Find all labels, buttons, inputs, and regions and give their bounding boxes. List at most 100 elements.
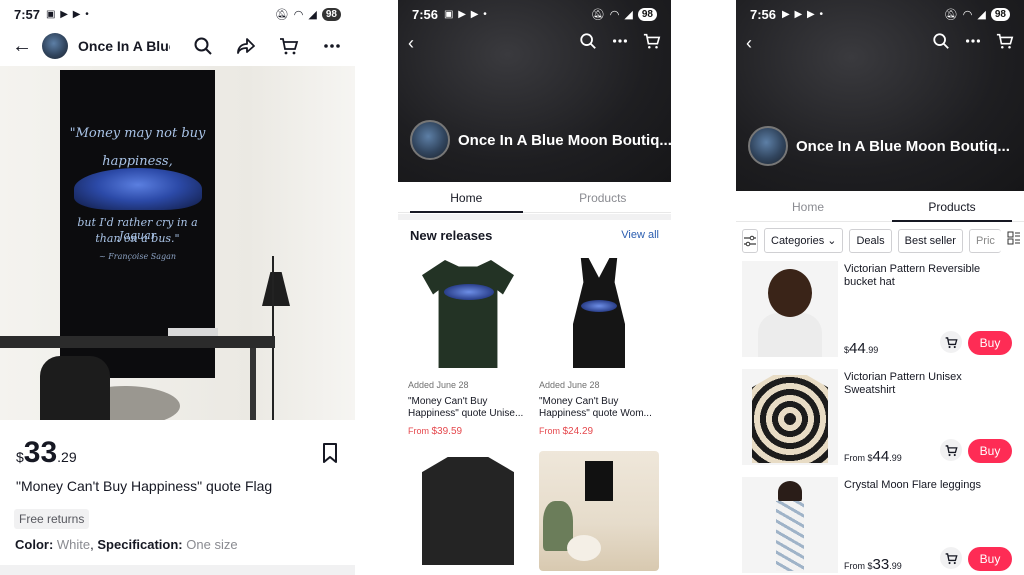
poster-graphic — [585, 461, 613, 501]
car-graphic — [74, 168, 202, 210]
price-cents: .29 — [57, 449, 77, 465]
buy-button[interactable]: Buy — [968, 439, 1012, 463]
shop-header: 7:56 ▣ ▶ ▶ • 🔕︎ ◠ ◢ 98 ‹ Once In A Blue … — [398, 0, 671, 182]
shop-products-screen: 7:56 ▶ ▶ ▶ • 🔕︎ ◠ ◢ 98 ‹ Once In A Blue … — [736, 0, 1024, 575]
shop-name[interactable]: Once In A Blue M — [78, 38, 170, 54]
battery-icon: 98 — [321, 7, 341, 21]
product-row[interactable]: Victorian Pattern Reversible bucket hat … — [742, 261, 1024, 357]
bookmark-icon[interactable] — [320, 442, 340, 464]
more-icon[interactable] — [964, 32, 982, 55]
search-icon[interactable] — [579, 32, 597, 55]
tab-products[interactable]: Products — [535, 183, 672, 212]
deals-filter[interactable]: Deals — [849, 228, 892, 253]
signal-icon: ◢ — [977, 8, 986, 21]
product-image — [408, 451, 528, 571]
shop-header: 7:56 ▶ ▶ ▶ • 🔕︎ ◠ ◢ 98 ‹ Once In A Blue … — [736, 0, 1024, 191]
search-icon[interactable] — [932, 32, 950, 55]
product-name: "Money Can't Buy Happiness" quote Unise.… — [408, 396, 524, 419]
flag-quote-line: "Money may not buy — [69, 126, 206, 141]
view-all-link[interactable]: View all — [621, 229, 659, 241]
mute-icon: 🔕︎ — [943, 8, 958, 21]
status-time: 7:57 — [14, 6, 41, 22]
specification-value: One size — [186, 537, 238, 552]
filter-settings-icon[interactable] — [742, 228, 758, 253]
more-icon[interactable] — [611, 32, 629, 55]
header-nav: ‹ — [736, 30, 1024, 56]
model-body — [758, 313, 822, 357]
leggings-graphic — [776, 501, 804, 571]
product-card[interactable]: Added June 28 "Money Can't Buy Happiness… — [408, 254, 528, 437]
signal-icon: ◢ — [624, 8, 633, 21]
added-date: Added June 28 — [539, 380, 600, 390]
shop-identity[interactable]: Once In A Blue Moon Boutiq... — [410, 120, 671, 160]
product-price: From $24.29 — [539, 426, 659, 437]
section-divider — [0, 565, 355, 575]
header-nav: ‹ — [398, 30, 671, 56]
tab-home[interactable]: Home — [736, 192, 880, 221]
back-arrow-icon[interactable]: ← — [12, 35, 32, 58]
print-graphic — [581, 300, 617, 312]
product-card[interactable] — [539, 451, 659, 571]
cart-icon[interactable] — [643, 32, 661, 55]
tab-products[interactable]: Products — [880, 192, 1024, 222]
product-price: $33.29 — [16, 436, 77, 470]
product-image[interactable]: "Money may not buy happiness, but I'd ra… — [0, 66, 355, 420]
cart-icon[interactable] — [279, 34, 300, 58]
best-seller-filter[interactable]: Best seller — [897, 228, 963, 253]
signal-icon: ◢ — [308, 8, 317, 21]
back-chevron-icon[interactable]: ‹ — [746, 33, 752, 54]
cart-icon[interactable] — [996, 32, 1014, 55]
price-prefix: From — [844, 561, 868, 571]
filter-bar: Categories ⌄ Deals Best seller Pric — [742, 228, 1024, 253]
chevron-down-icon: ⌄ — [827, 235, 837, 247]
buy-button[interactable]: Buy — [968, 331, 1012, 355]
specification-label: Specification: — [97, 537, 183, 552]
shop-tabs: Home Products — [398, 183, 671, 213]
search-icon[interactable] — [192, 34, 213, 58]
price-dollars: 33 — [23, 436, 58, 469]
tshirt-graphic — [422, 260, 514, 368]
tab-home[interactable]: Home — [398, 183, 535, 213]
status-time: 7:56 — [412, 6, 439, 22]
price-prefix: From — [844, 453, 868, 463]
shop-avatar[interactable] — [42, 33, 68, 59]
product-title: "Money Can't Buy Happiness" quote Flag — [16, 478, 273, 494]
back-chevron-icon[interactable]: ‹ — [408, 33, 414, 54]
product-image — [742, 261, 838, 357]
shop-home-screen: 7:56 ▣ ▶ ▶ • 🔕︎ ◠ ◢ 98 ‹ Once In A Blue … — [398, 0, 671, 575]
product-image — [742, 369, 838, 465]
price-dollars: 44 — [872, 448, 890, 465]
layout-toggle-icon[interactable] — [1007, 231, 1021, 250]
product-row[interactable]: Crystal Moon Flare leggings From $33.99 … — [742, 477, 1024, 573]
model-head — [768, 269, 812, 317]
free-returns-badge: Free returns — [14, 509, 90, 529]
more-icon[interactable] — [322, 34, 343, 58]
price-value: $39.59 — [431, 426, 463, 437]
product-card[interactable] — [408, 451, 528, 571]
shop-name: Once In A Blue Moon Boutiq... — [796, 137, 1010, 155]
added-date: Added June 28 — [408, 380, 469, 390]
product-row[interactable]: Victorian Pattern Unisex Sweatshirt From… — [742, 369, 1024, 465]
shop-identity[interactable]: Once In A Blue Moon Boutiq... — [748, 126, 1010, 166]
add-to-cart-button[interactable] — [940, 439, 962, 461]
buy-button[interactable]: Buy — [968, 547, 1012, 571]
product-detail-screen: 7:57 ▣ ▶ ▶ • 🔕︎ ◠ ◢ 98 ← Once In A Blue … — [0, 0, 355, 575]
flag-quote-author: ~ Françoise Sagan — [98, 252, 177, 261]
variant-selector[interactable]: Color: White, Specification: One size — [15, 537, 238, 552]
price-filter[interactable]: Pric — [968, 228, 1001, 253]
battery-icon: 98 — [637, 7, 657, 21]
jacket-graphic — [422, 457, 514, 565]
status-time: 7:56 — [750, 6, 777, 22]
product-image — [742, 477, 838, 573]
shop-tabs: Home Products — [736, 192, 1024, 222]
battery-icon: 98 — [990, 7, 1010, 21]
mute-icon: 🔕︎ — [590, 8, 605, 21]
wifi-icon: ◠ — [609, 8, 620, 21]
categories-filter[interactable]: Categories ⌄ — [764, 228, 844, 253]
status-bar: 7:56 ▶ ▶ ▶ • 🔕︎ ◠ ◢ 98 — [736, 0, 1024, 28]
add-to-cart-button[interactable] — [940, 547, 962, 569]
color-label: Color: — [15, 537, 54, 552]
share-icon[interactable] — [235, 34, 256, 58]
add-to-cart-button[interactable] — [940, 331, 962, 353]
product-card[interactable]: Added June 28 "Money Can't Buy Happiness… — [539, 254, 659, 437]
